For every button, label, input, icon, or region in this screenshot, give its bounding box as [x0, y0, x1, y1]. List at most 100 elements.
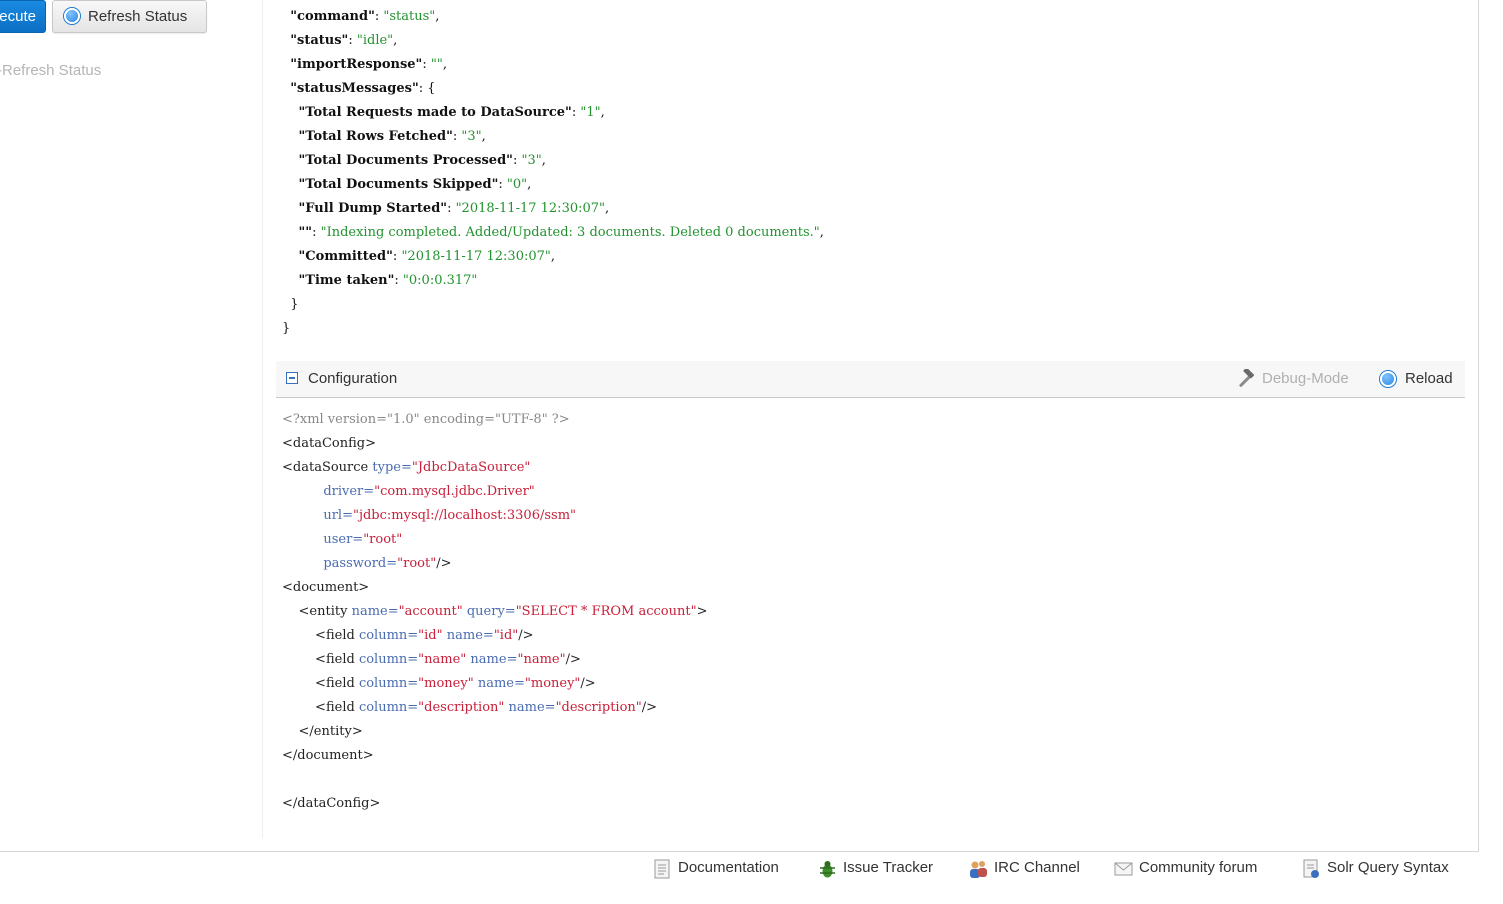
status-json-token: "1": [580, 105, 601, 120]
issue-tracker-label: Issue Tracker: [843, 859, 934, 876]
status-json-line: }: [282, 317, 290, 341]
configuration-title[interactable]: Configuration: [308, 370, 397, 387]
config-xml-token: <document>: [282, 580, 370, 595]
config-xml-token: "root": [397, 556, 437, 571]
refresh-status-button[interactable]: Refresh Status: [52, 0, 207, 33]
config-xml-token: [282, 508, 323, 523]
config-xml-token: column=: [358, 628, 419, 643]
status-json-token: "Total Documents Processed": [298, 153, 513, 168]
config-xml-token: [282, 556, 323, 571]
status-json-token: "Committed": [298, 249, 393, 264]
config-xml-line: <field column="money" name="money"/>: [282, 672, 596, 696]
config-xml-line: <?xml version="1.0" encoding="UTF-8" ?>: [282, 408, 570, 432]
status-json-token: [282, 105, 299, 120]
status-json-token: "Indexing completed. Added/Updated: 3 do…: [320, 225, 820, 240]
footer-solr-query-syntax-link[interactable]: Solr Query Syntax: [1302, 859, 1449, 878]
config-xml-token: column=: [358, 652, 419, 667]
footer-documentation-link[interactable]: Documentation: [653, 859, 779, 879]
config-xml-token: "SELECT * FROM account": [515, 604, 697, 619]
irc-channel-label: IRC Channel: [994, 859, 1080, 876]
config-xml-token: "money": [418, 676, 474, 691]
config-xml-token: driver=: [323, 484, 375, 499]
status-json-token: "Full Dump Started": [298, 201, 448, 216]
collapse-icon[interactable]: [286, 372, 298, 384]
config-xml-line: user="root": [282, 528, 402, 552]
config-xml-token: query=: [466, 604, 516, 619]
config-xml-token: name=: [508, 700, 556, 715]
community-forum-label: Community forum: [1139, 859, 1258, 876]
status-json-token: "": [298, 225, 313, 240]
config-xml-token: <?xml version="1.0" encoding="UTF-8" ?>: [282, 412, 570, 427]
status-json-token: "statusMessages": [290, 81, 419, 96]
footer-issue-tracker-link[interactable]: Issue Tracker: [818, 859, 934, 878]
config-xml-line: <dataSource type="JdbcDataSource": [282, 456, 530, 480]
status-json-token: "3": [521, 153, 542, 168]
config-xml-token: </entity>: [282, 724, 363, 739]
auto-refresh-status-option[interactable]: -Refresh Status: [0, 62, 101, 79]
status-json-line: "statusMessages": {: [282, 77, 435, 101]
config-xml-token: [282, 532, 323, 547]
status-json-token: [282, 273, 299, 288]
status-json-token: ,: [435, 9, 440, 24]
footer-community-forum-link[interactable]: Community forum: [1114, 859, 1257, 876]
status-json-token: "Time taken": [298, 273, 395, 288]
status-json-line: }: [282, 293, 298, 317]
config-xml-token: "id": [493, 628, 519, 643]
config-xml-line: </document>: [282, 744, 374, 768]
status-json-token: :: [498, 177, 507, 192]
status-json-token: [282, 249, 299, 264]
footer-divider: [0, 851, 1479, 852]
status-json-token: :: [394, 273, 403, 288]
users-icon: [970, 861, 987, 878]
status-json-token: :: [348, 33, 357, 48]
config-xml-token: "jdbc:mysql://localhost:3306/ssm": [352, 508, 577, 523]
config-xml-token: "name": [418, 652, 467, 667]
status-json-token: ,: [550, 249, 556, 264]
config-xml-token: [282, 484, 323, 499]
document-icon: [654, 859, 670, 879]
config-xml-token: url=: [323, 508, 353, 523]
status-json-token: "status": [383, 9, 436, 24]
status-json-token: "Total Rows Fetched": [298, 129, 453, 144]
status-json-token: ,: [481, 129, 486, 144]
status-json-token: }: [282, 321, 291, 336]
status-json-token: ,: [541, 153, 546, 168]
status-json-token: [282, 129, 299, 144]
config-xml-line: driver="com.mysql.jdbc.Driver": [282, 480, 534, 504]
status-json-token: ,: [442, 57, 447, 72]
status-json-token: "status": [290, 33, 349, 48]
config-xml-token: <entity: [282, 604, 352, 619]
status-json-token: "0": [506, 177, 528, 192]
config-xml-token: name=: [477, 676, 525, 691]
hammer-icon: [1239, 369, 1254, 387]
status-json-line: "Total Rows Fetched": "3",: [282, 125, 486, 149]
config-xml-token: user=: [323, 532, 364, 547]
refresh-icon: [64, 8, 80, 24]
status-json-token: "Total Requests made to DataSource": [298, 105, 572, 120]
config-xml-token: />: [518, 628, 534, 643]
execute-button[interactable]: ecute: [0, 0, 46, 33]
status-json-token: "2018-11-17 12:30:07": [455, 201, 606, 216]
config-xml-token: type=: [372, 460, 412, 475]
config-xml-line: </dataConfig>: [282, 792, 380, 816]
debug-mode-label: Debug-Mode: [1262, 370, 1349, 387]
config-xml-token: name=: [446, 628, 494, 643]
reload-icon: [1380, 371, 1396, 387]
config-xml-token: "root": [363, 532, 403, 547]
status-json-token: :: [422, 57, 431, 72]
footer-irc-channel-link[interactable]: IRC Channel: [969, 859, 1080, 878]
config-xml-token: "description": [418, 700, 505, 715]
reload-label: Reload: [1405, 370, 1453, 387]
status-json-token: "": [430, 57, 443, 72]
app-border: [1478, 0, 1479, 852]
status-json-token: :: [312, 225, 321, 240]
debug-mode-button[interactable]: Debug-Mode: [1236, 369, 1349, 387]
config-xml-token: />: [436, 556, 452, 571]
configuration-header: Configuration Debug-Mode Reload: [276, 361, 1465, 398]
reload-button[interactable]: Reload: [1379, 370, 1453, 387]
status-json-token: "0:0:0.317": [402, 273, 478, 288]
refresh-status-label: Refresh Status: [88, 8, 188, 25]
status-json-token: ,: [393, 33, 398, 48]
status-json-line: "Total Documents Skipped": "0",: [282, 173, 532, 197]
status-json-token: "importResponse": [290, 57, 423, 72]
